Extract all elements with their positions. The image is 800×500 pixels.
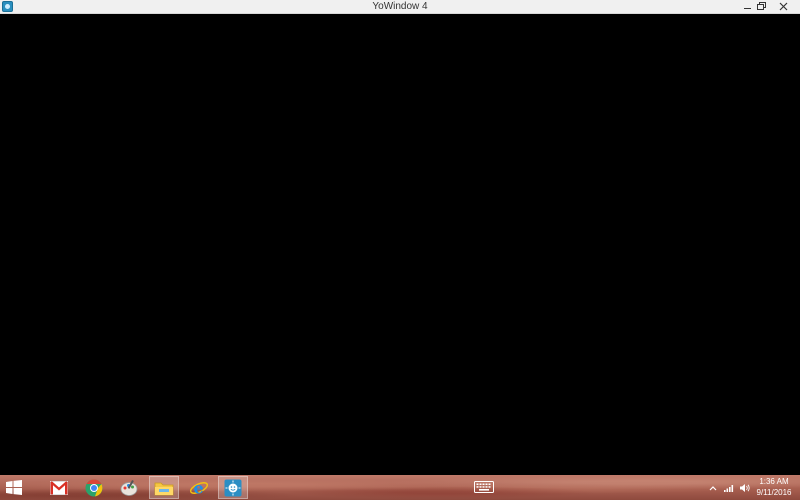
taskbar-app-file-explorer[interactable] <box>149 476 179 499</box>
system-tray <box>705 481 753 495</box>
gmail-icon <box>50 480 68 495</box>
network-icon <box>724 485 734 492</box>
clock-date: 9/11/2016 <box>756 488 792 497</box>
taskbar: e 1:36 AM 9/11/2016 <box>0 475 800 500</box>
taskbar-app-yowindow[interactable] <box>218 476 248 499</box>
touch-keyboard-icon <box>474 481 494 493</box>
taskbar-app-gmail[interactable] <box>44 476 74 499</box>
clock-time: 1:36 AM <box>759 477 789 486</box>
windows-logo-icon <box>6 480 22 495</box>
show-hidden-icons-icon <box>709 486 717 491</box>
file-explorer-icon <box>154 482 174 495</box>
yowindow-icon[interactable] <box>2 1 13 12</box>
taskbar-clock[interactable]: 1:36 AM 9/11/2016 <box>750 476 798 498</box>
desktop-screen: YoWindow 4 e 1:36 AM 9/11/2016 <box>0 0 800 500</box>
window-title-bar[interactable]: YoWindow 4 <box>0 0 800 14</box>
network-status[interactable] <box>721 481 737 495</box>
show-hidden-icons-button[interactable] <box>705 481 721 495</box>
taskbar-app-internet-explorer[interactable]: e <box>184 476 214 499</box>
taskbar-app-paint[interactable] <box>114 476 144 499</box>
app-content-area[interactable] <box>0 14 800 475</box>
internet-explorer-icon: e <box>189 479 209 497</box>
svg-text:e: e <box>194 479 204 497</box>
close-icon <box>779 2 787 11</box>
restore-icon <box>756 2 766 10</box>
close-button[interactable] <box>766 0 800 13</box>
chrome-icon <box>85 479 103 496</box>
touch-keyboard-button[interactable] <box>474 480 494 494</box>
yowindow-icon <box>224 479 242 496</box>
start-button[interactable] <box>4 479 24 496</box>
window-title: YoWindow 4 <box>372 1 428 12</box>
taskbar-app-chrome[interactable] <box>79 476 109 499</box>
paint-icon <box>120 479 138 496</box>
